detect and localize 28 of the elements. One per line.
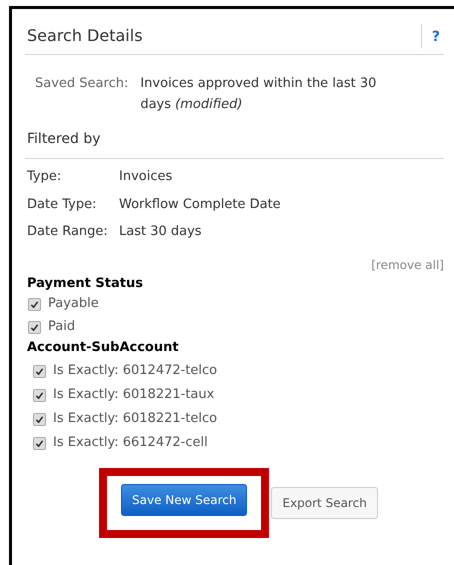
remove-all-link[interactable]: [remove all] [371,256,444,274]
saved-search-label: Saved Search: [35,75,128,93]
checkbox-label: Paid [48,318,76,336]
checkbox[interactable] [33,388,46,402]
filter-value: Workflow Complete Date [119,196,281,214]
filter-value: Invoices [119,168,172,186]
save-button[interactable]: Save New Search [121,484,248,516]
export-button[interactable]: Export Search [271,486,378,518]
checkbox-label: Is Exactly: 6018221-taux [53,386,214,404]
checkbox[interactable] [33,436,46,450]
filter-label: Type: [27,168,62,186]
checkbox[interactable] [28,320,41,334]
filter-value: Last 30 days [119,223,202,241]
section-title: Filtered by [25,129,444,159]
checkbox-label: Payable [48,295,99,314]
panel-title: Search Details [27,25,143,47]
checkbox-label: Is Exactly: 6018221-telco [53,410,218,428]
checkbox[interactable] [33,364,46,378]
saved-search-name: Invoices approved within the last 30 days (modified) [140,75,378,114]
checkbox-label: Is Exactly: 6012472-telco [53,362,218,380]
filter-label: Date Type: [27,196,98,214]
filter-label: Date Range: [27,223,109,241]
checkbox[interactable] [33,412,46,426]
group-title: Payment Status [26,274,144,292]
group-title: Account-SubAccount [26,338,180,356]
checkbox[interactable] [28,298,41,310]
checkbox-label: Is Exactly: 6612472-cell [53,434,208,452]
help-link[interactable]: ? [432,29,440,45]
